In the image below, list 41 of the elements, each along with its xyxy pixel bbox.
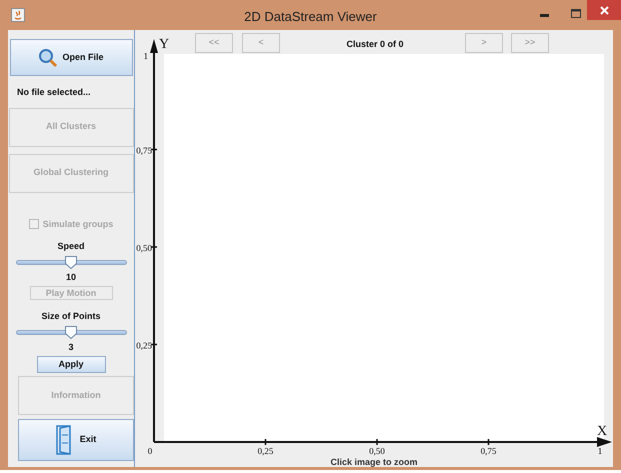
y-tick-label: 0,25 <box>136 340 152 350</box>
y-axis-label: Y <box>159 37 170 52</box>
slider-thumb[interactable] <box>65 256 77 269</box>
close-button[interactable] <box>587 0 621 20</box>
next-button[interactable]: > <box>465 33 503 53</box>
x-tick-label: 1 <box>598 446 602 456</box>
tick-mark <box>151 148 157 150</box>
slider-label: Size of Points <box>41 311 100 322</box>
tick-mark <box>376 439 378 445</box>
apply-button[interactable]: Apply <box>36 356 106 373</box>
app-icon <box>11 8 25 22</box>
y-tick-label: 1 <box>144 51 148 61</box>
x-tick-label: 0 <box>148 446 152 456</box>
slider-value: 10 <box>66 272 76 283</box>
first-button[interactable]: << <box>195 33 233 53</box>
open-file-button[interactable]: Open File <box>10 39 132 76</box>
cluster-status-text: Cluster 0 of 0 <box>345 38 404 51</box>
slider-value: 3 <box>68 342 74 353</box>
close-icon <box>600 6 608 14</box>
search-icon <box>38 48 58 68</box>
tick-mark <box>488 439 490 445</box>
x-tick-label: 0,75 <box>480 446 496 456</box>
tick-mark <box>151 246 157 248</box>
tick-mark <box>264 439 266 445</box>
door-icon <box>56 425 72 455</box>
last-button[interactable]: >> <box>511 33 549 53</box>
window-title: 2D DataStream Viewer <box>243 8 378 26</box>
exit-button[interactable]: Exit <box>18 419 134 461</box>
maximize-icon[interactable] <box>571 9 581 18</box>
x-tick-label: 0,50 <box>369 446 385 456</box>
previous-button[interactable]: < <box>242 33 280 53</box>
x-axis-label: X <box>597 424 608 439</box>
y-tick-label: 0,50 <box>136 243 152 253</box>
file-status-text: No file selected... <box>17 86 91 99</box>
slider-thumb[interactable] <box>65 326 77 339</box>
slider-label: Speed <box>57 241 84 252</box>
plot-caption: Click image to zoom <box>329 457 419 467</box>
x-tick-label: 0,25 <box>258 446 274 456</box>
tick-mark <box>151 344 157 346</box>
y-tick-label: 0,75 <box>136 146 152 156</box>
simulate-groups-label: Simulate groups <box>42 218 114 231</box>
